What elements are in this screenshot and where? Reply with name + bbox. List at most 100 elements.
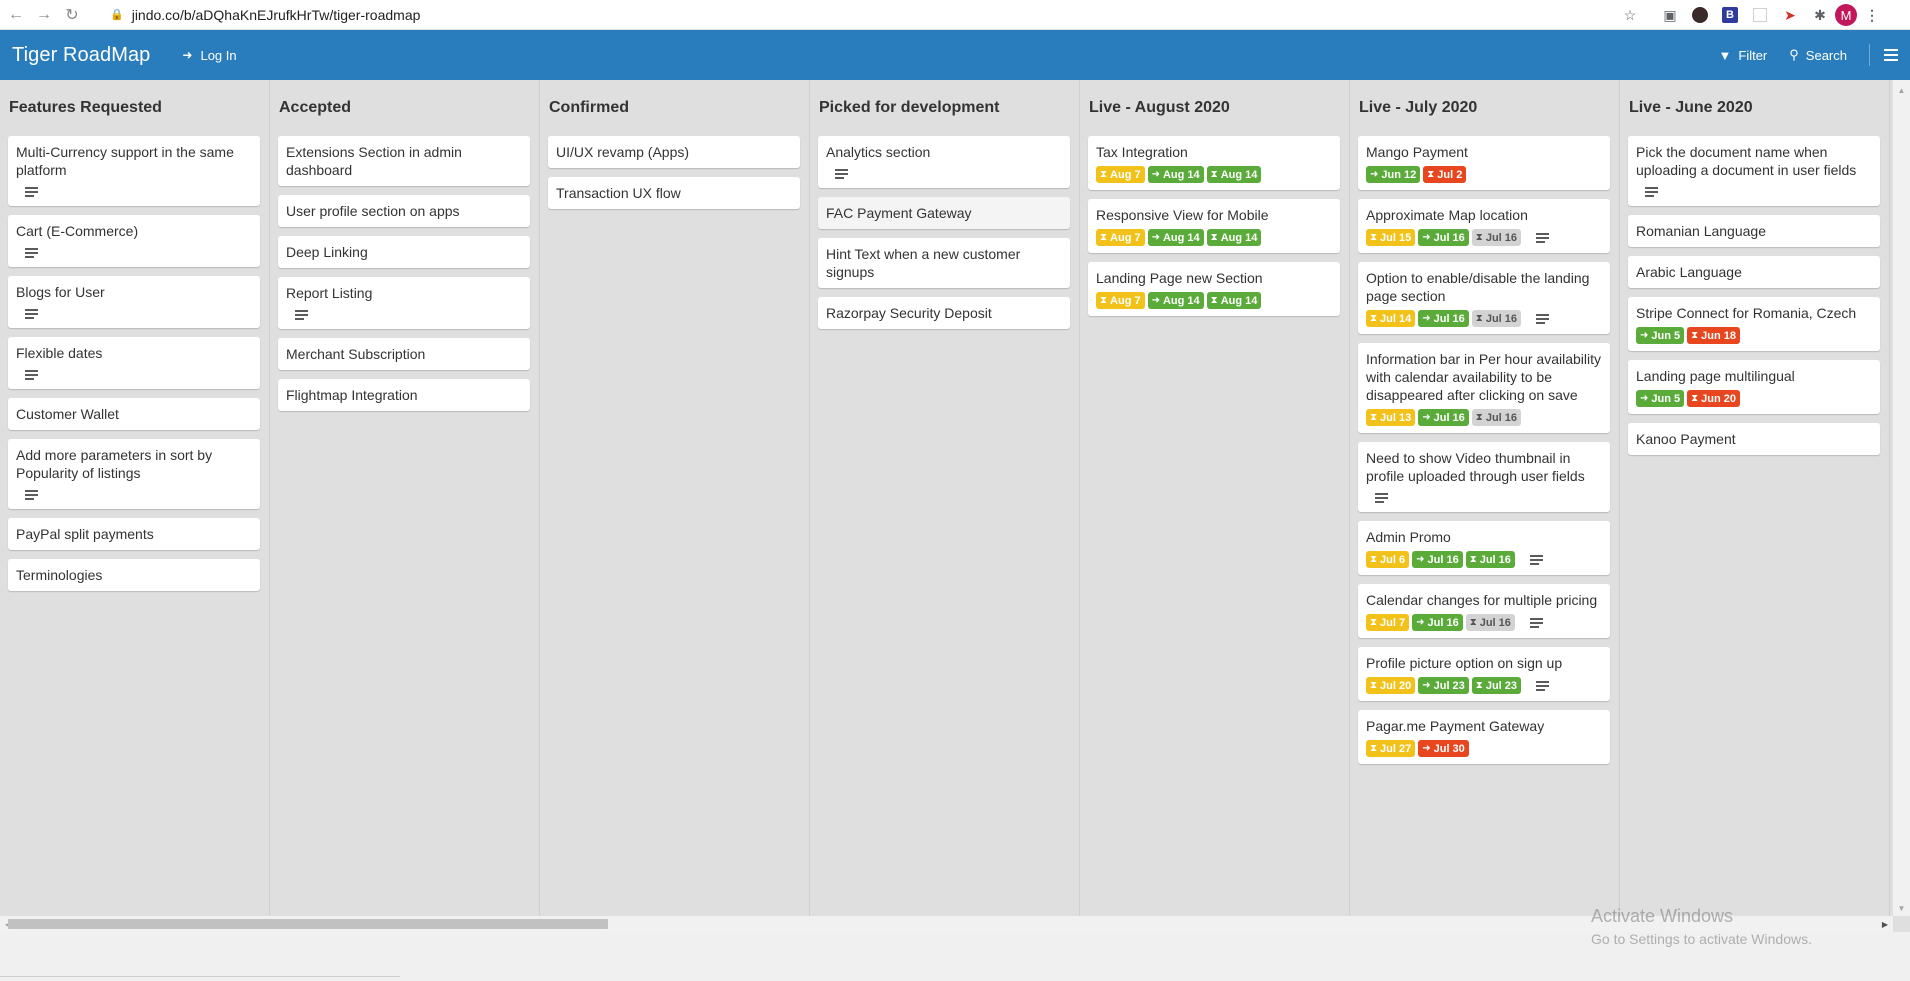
hourglass-icon: ⧗ xyxy=(1370,616,1378,628)
sign-in-icon: ➜ xyxy=(1151,231,1160,243)
list-column: Accepted Extensions Section in admin dash… xyxy=(270,80,540,916)
card[interactable]: Report Listing xyxy=(278,277,530,329)
forward-icon[interactable]: → xyxy=(30,2,58,28)
card[interactable]: Romanian Language xyxy=(1628,215,1880,247)
column-title[interactable]: Live - August 2020 xyxy=(1088,80,1340,136)
card[interactable]: FAC Payment Gateway xyxy=(818,197,1070,229)
camera-icon[interactable]: ▣ xyxy=(1659,4,1681,26)
vertical-scrollbar[interactable]: ▲ ▼ xyxy=(1893,80,1910,916)
card[interactable]: Deep Linking xyxy=(278,236,530,268)
app-header: Tiger RoadMap ➜ Log In ▼ Filter ⚲ Search xyxy=(0,30,1910,80)
card[interactable]: Blogs for User xyxy=(8,276,260,328)
card[interactable]: Flexible dates xyxy=(8,337,260,389)
card[interactable]: Approximate Map location ⧗ Jul 15 ➜ Jul 16 ⧗ J… xyxy=(1358,199,1610,253)
card[interactable]: Responsive View for Mobile ⧗ Aug 7 ➜ Aug 14 ⧗… xyxy=(1088,199,1340,253)
card[interactable]: Flightmap Integration xyxy=(278,379,530,411)
card[interactable]: Merchant Subscription xyxy=(278,338,530,370)
card[interactable]: Analytics section xyxy=(818,136,1070,188)
date-badge: ⧗ Jul 16 xyxy=(1471,229,1522,246)
card[interactable]: Add more parameters in sort by Popularit… xyxy=(8,439,260,509)
card[interactable]: Razorpay Security Deposit xyxy=(818,297,1070,329)
card[interactable]: Need to show Video thumbnail in profile … xyxy=(1358,442,1610,512)
card[interactable]: Option to enable/disable the landing pag… xyxy=(1358,262,1610,334)
badge-label: Jul 16 xyxy=(1485,411,1518,424)
date-badge: ➜ Jun 5 xyxy=(1636,327,1685,344)
description-icon xyxy=(1529,616,1543,630)
search-label: Search xyxy=(1805,47,1847,63)
megaphone-icon[interactable]: ➤ xyxy=(1779,4,1801,26)
card[interactable]: Tax Integration ⧗ Aug 7 ➜ Aug 14 ⧗ Aug 14 xyxy=(1088,136,1340,190)
scroll-down-icon[interactable]: ▼ xyxy=(1893,900,1910,916)
card-title: Arabic Language xyxy=(1636,264,1742,280)
back-icon[interactable]: ← xyxy=(2,2,30,28)
sign-in-icon: ➜ xyxy=(1370,168,1379,180)
scrollbar-thumb[interactable] xyxy=(8,919,608,929)
lock-icon[interactable]: 🔒 xyxy=(110,8,124,21)
filter-button[interactable]: ▼ Filter xyxy=(1719,48,1768,63)
star-icon[interactable]: ☆ xyxy=(1619,4,1641,26)
date-badge: ⧗ Aug 14 xyxy=(1206,292,1262,309)
badge-label: Jul 20 xyxy=(1380,679,1412,692)
card[interactable]: Kanoo Payment xyxy=(1628,423,1880,455)
date-badge: ⧗ Aug 7 xyxy=(1096,229,1145,246)
extension-grid-icon[interactable] xyxy=(1749,4,1771,26)
card[interactable]: Information bar in Per hour availability… xyxy=(1358,343,1610,433)
column-title[interactable]: Accepted xyxy=(278,80,530,136)
date-badge: ➜ Jul 30 xyxy=(1418,740,1469,757)
badge-label: Jun 5 xyxy=(1651,392,1681,405)
card-title: Kanoo Payment xyxy=(1636,431,1736,447)
card[interactable]: Hint Text when a new customer signups xyxy=(818,238,1070,288)
card[interactable]: Mango Payment ➜ Jun 12 ⧗ Jul 2 xyxy=(1358,136,1610,190)
card[interactable]: Arabic Language xyxy=(1628,256,1880,288)
board-title[interactable]: Tiger RoadMap xyxy=(12,44,150,67)
list-column: Picked for development Analytics section F… xyxy=(810,80,1080,916)
card[interactable]: Extensions Section in admin dashboard xyxy=(278,136,530,186)
search-button[interactable]: ⚲ Search xyxy=(1789,47,1847,63)
card[interactable]: Terminologies xyxy=(8,559,260,591)
avatar[interactable]: M xyxy=(1835,4,1857,26)
date-badge: ⧗ Aug 7 xyxy=(1096,166,1145,183)
badge-label: Jul 14 xyxy=(1380,312,1412,325)
column-title[interactable]: Live - June 2020 xyxy=(1628,80,1880,136)
hamburger-menu-icon[interactable] xyxy=(1884,49,1898,61)
reload-icon[interactable]: ↻ xyxy=(58,2,86,28)
card[interactable]: User profile section on apps xyxy=(278,195,530,227)
card[interactable]: Admin Promo ⧗ Jul 6 ➜ Jul 16 ⧗ Jul 16 xyxy=(1358,521,1610,575)
card[interactable]: Landing page multilingual ➜ Jun 5 ⧗ Jun 20 xyxy=(1628,360,1880,414)
card-title: Blogs for User xyxy=(16,284,105,300)
card[interactable]: Transaction UX flow xyxy=(548,177,800,209)
hourglass-icon: ⧗ xyxy=(1691,392,1699,404)
card[interactable]: Stripe Connect for Romania, Czech ➜ Jun 5 ⧗… xyxy=(1628,297,1880,351)
date-badge: ➜ Jul 16 xyxy=(1418,310,1469,327)
card[interactable]: Customer Wallet xyxy=(8,398,260,430)
column-title[interactable]: Features Requested xyxy=(8,80,260,136)
login-button[interactable]: ➜ Log In xyxy=(182,48,236,63)
card[interactable]: Profile picture option on sign up ⧗ Jul 20… xyxy=(1358,647,1610,701)
column-title[interactable]: Live - July 2020 xyxy=(1358,80,1610,136)
more-vert-icon[interactable]: ⋮ xyxy=(1861,4,1883,26)
card[interactable]: Multi-Currency support in the same platf… xyxy=(8,136,260,206)
card[interactable]: Pick the document name when uploading a … xyxy=(1628,136,1880,206)
extension-b-icon[interactable]: B xyxy=(1719,4,1741,26)
hourglass-icon: ⧗ xyxy=(1475,411,1483,423)
card[interactable]: UI/UX revamp (Apps) xyxy=(548,136,800,168)
card[interactable]: Pagar.me Payment Gateway ⧗ Jul 27 ➜ Jul 30 xyxy=(1358,710,1610,764)
address-bar[interactable]: jindo.co/b/aDQhaKnEJrufkHrTw/tiger-roadm… xyxy=(132,7,421,23)
scroll-up-icon[interactable]: ▲ xyxy=(1893,82,1910,98)
date-badge: ➜ Jul 16 xyxy=(1412,614,1463,631)
description-icon xyxy=(25,307,38,321)
badge-label: Jul 16 xyxy=(1485,312,1518,325)
extensions-icon[interactable]: ✱ xyxy=(1809,4,1831,26)
column-title[interactable]: Picked for development xyxy=(818,80,1070,136)
column-title[interactable]: Confirmed xyxy=(548,80,800,136)
badge-label: Jun 18 xyxy=(1701,329,1737,342)
card[interactable]: Cart (E-Commerce) xyxy=(8,215,260,267)
extension-dark-icon[interactable] xyxy=(1689,4,1711,26)
sign-in-icon: ➜ xyxy=(1151,168,1160,180)
card[interactable]: Landing Page new Section ⧗ Aug 7 ➜ Aug 14 ⧗ Au… xyxy=(1088,262,1340,316)
scroll-right-icon[interactable]: ▶ xyxy=(1877,916,1893,932)
badge-label: Jul 16 xyxy=(1427,616,1459,629)
card-title: Pick the document name when uploading a … xyxy=(1636,144,1857,178)
card[interactable]: PayPal split payments xyxy=(8,518,260,550)
card[interactable]: Calendar changes for multiple pricing ⧗ Ju… xyxy=(1358,584,1610,638)
